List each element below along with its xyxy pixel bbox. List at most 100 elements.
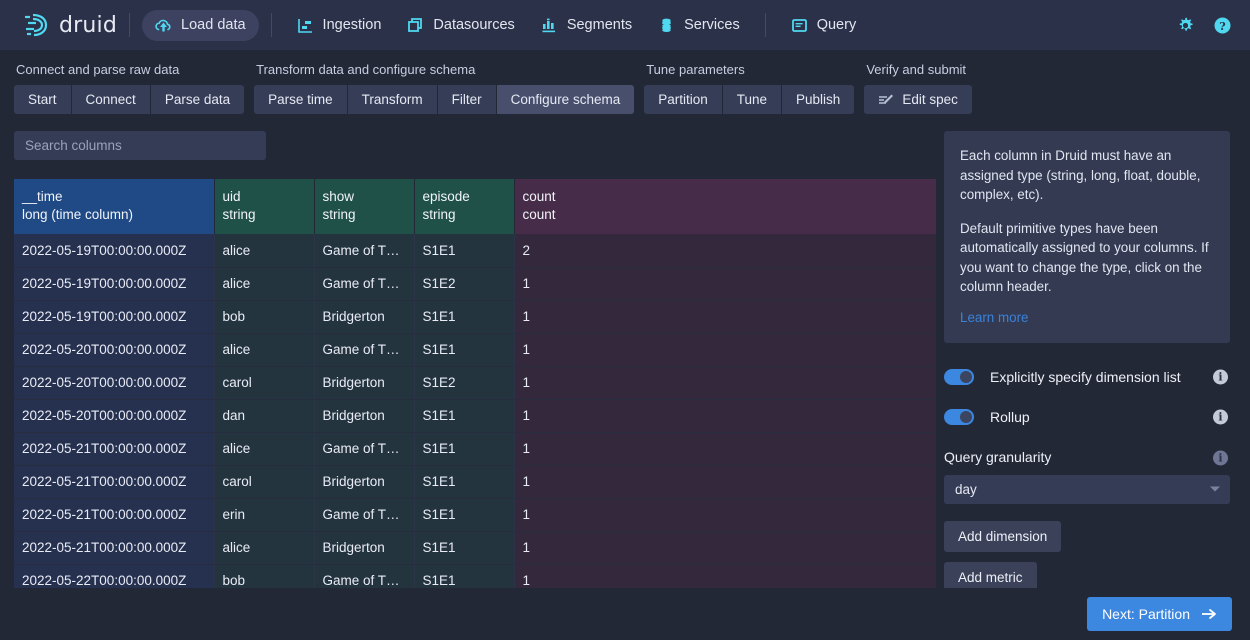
- schema-table-body: 2022-05-19T00:00:00.000ZaliceGame of Thr…: [14, 234, 936, 630]
- table-cell-uid: erin: [214, 498, 314, 531]
- table-cell-count: 1: [514, 267, 936, 300]
- nav-item-query[interactable]: Query: [778, 10, 870, 41]
- help-circle-icon[interactable]: ?: [1213, 16, 1232, 35]
- toggle-label-dimension-list: Explicitly specify dimension list: [990, 369, 1181, 385]
- column-header-name: show: [323, 188, 406, 206]
- info-icon-dimension-list[interactable]: i: [1213, 369, 1228, 384]
- table-cell-count: 1: [514, 399, 936, 432]
- table-cell-time: 2022-05-21T00:00:00.000Z: [14, 531, 214, 564]
- druid-logo-icon: [22, 12, 52, 38]
- ingestion-chart-icon: [297, 17, 314, 34]
- table-cell-count: 1: [514, 498, 936, 531]
- table-cell-uid: carol: [214, 465, 314, 498]
- table-row: 2022-05-20T00:00:00.000ZdanBridgertonS1E…: [14, 399, 936, 432]
- toggle-knob: [960, 371, 972, 383]
- arrow-right-icon: [1201, 607, 1217, 621]
- step-button-publish[interactable]: Publish: [782, 85, 854, 114]
- step-buttons-transform: Parse time Transform Filter Configure sc…: [254, 85, 634, 114]
- upload-cloud-icon: [155, 17, 172, 34]
- table-cell-count: 1: [514, 531, 936, 564]
- table-cell-episode: S1E1: [414, 465, 514, 498]
- column-header-uid[interactable]: uidstring: [214, 179, 314, 234]
- query-granularity-select[interactable]: day: [944, 475, 1230, 504]
- step-button-transform[interactable]: Transform: [348, 85, 438, 114]
- schema-header-row: __timelong (time column)uidstringshowstr…: [14, 179, 936, 234]
- step-group-transform: Transform data and configure schema Pars…: [254, 62, 634, 114]
- table-cell-uid: alice: [214, 234, 314, 267]
- table-cell-time: 2022-05-19T00:00:00.000Z: [14, 300, 214, 333]
- column-header-count[interactable]: countcount: [514, 179, 936, 234]
- step-button-connect[interactable]: Connect: [72, 85, 151, 114]
- column-header-show[interactable]: showstring: [314, 179, 414, 234]
- info-icon-rollup[interactable]: i: [1213, 409, 1228, 424]
- table-row: 2022-05-21T00:00:00.000ZerinGame of Thr……: [14, 498, 936, 531]
- table-cell-show: Game of Thr…: [314, 333, 414, 366]
- step-button-filter[interactable]: Filter: [438, 85, 497, 114]
- step-button-tune[interactable]: Tune: [723, 85, 782, 114]
- step-button-parse-data[interactable]: Parse data: [151, 85, 244, 114]
- table-cell-episode: S1E2: [414, 267, 514, 300]
- query-granularity-label-row: Query granularity i: [944, 449, 1230, 467]
- nav-divider-2: [271, 13, 272, 37]
- table-cell-show: Game of Thr…: [314, 432, 414, 465]
- schema-sidebar: Each column in Druid must have an assign…: [936, 131, 1250, 640]
- learn-more-link[interactable]: Learn more: [960, 310, 1028, 325]
- table-cell-uid: alice: [214, 531, 314, 564]
- toggle-rollup[interactable]: [944, 409, 974, 425]
- column-header-name: episode: [423, 188, 506, 206]
- table-cell-uid: bob: [214, 300, 314, 333]
- segments-bar-icon: [541, 17, 558, 34]
- table-cell-time: 2022-05-21T00:00:00.000Z: [14, 465, 214, 498]
- schema-table-container[interactable]: __timelong (time column)uidstringshowstr…: [14, 179, 936, 640]
- column-header-type: string: [323, 206, 406, 224]
- toggle-explicit-dimension-list[interactable]: [944, 369, 974, 385]
- step-group-tune: Tune parameters Partition Tune Publish: [644, 62, 854, 114]
- nav-item-ingestion[interactable]: Ingestion: [284, 10, 395, 41]
- column-header-time[interactable]: __timelong (time column): [14, 179, 214, 234]
- search-columns-input[interactable]: [14, 131, 266, 160]
- brand-name: druid: [59, 13, 117, 38]
- toggle-row-dimension-list: Explicitly specify dimension list i: [944, 369, 1230, 385]
- table-cell-episode: S1E1: [414, 300, 514, 333]
- table-cell-show: Bridgerton: [314, 531, 414, 564]
- table-cell-uid: alice: [214, 432, 314, 465]
- table-cell-count: 1: [514, 366, 936, 399]
- toggle-row-rollup: Rollup i: [944, 409, 1230, 425]
- table-cell-uid: dan: [214, 399, 314, 432]
- table-cell-time: 2022-05-20T00:00:00.000Z: [14, 399, 214, 432]
- column-header-type: string: [223, 206, 306, 224]
- table-cell-show: Bridgerton: [314, 366, 414, 399]
- table-cell-uid: carol: [214, 366, 314, 399]
- step-button-partition[interactable]: Partition: [644, 85, 723, 114]
- nav-item-segments[interactable]: Segments: [528, 10, 645, 41]
- step-group-title-connect: Connect and parse raw data: [14, 62, 244, 77]
- gear-icon[interactable]: [1176, 16, 1195, 35]
- wizard-step-bar: Connect and parse raw data Start Connect…: [0, 50, 1250, 114]
- table-cell-show: Game of Thr…: [314, 234, 414, 267]
- table-cell-episode: S1E1: [414, 531, 514, 564]
- schema-panel: __timelong (time column)uidstringshowstr…: [14, 131, 936, 640]
- main-content: __timelong (time column)uidstringshowstr…: [0, 131, 1250, 640]
- table-cell-count: 1: [514, 333, 936, 366]
- column-header-episode[interactable]: episodestring: [414, 179, 514, 234]
- next-partition-button[interactable]: Next: Partition: [1087, 597, 1232, 631]
- nav-label-datasources: Datasources: [433, 17, 514, 33]
- table-row: 2022-05-19T00:00:00.000ZaliceGame of Thr…: [14, 267, 936, 300]
- step-buttons-tune: Partition Tune Publish: [644, 85, 854, 114]
- info-icon-query-granularity[interactable]: i: [1213, 450, 1228, 465]
- add-dimension-button[interactable]: Add dimension: [944, 521, 1061, 552]
- nav-item-datasources[interactable]: Datasources: [394, 10, 527, 41]
- table-cell-time: 2022-05-19T00:00:00.000Z: [14, 234, 214, 267]
- nav-item-load-data[interactable]: Load data: [142, 10, 259, 41]
- step-button-parse-time[interactable]: Parse time: [254, 85, 348, 114]
- step-button-configure-schema[interactable]: Configure schema: [497, 85, 635, 114]
- table-row: 2022-05-21T00:00:00.000ZaliceBridgertonS…: [14, 531, 936, 564]
- step-button-start[interactable]: Start: [14, 85, 72, 114]
- schema-table: __timelong (time column)uidstringshowstr…: [14, 179, 936, 631]
- druid-logo[interactable]: druid: [22, 12, 117, 38]
- info-paragraph-2: Default primitive types have been automa…: [960, 219, 1214, 297]
- nav-item-services[interactable]: Services: [645, 10, 753, 41]
- column-header-type: long (time column): [22, 206, 206, 224]
- step-button-edit-spec[interactable]: Edit spec: [864, 85, 972, 114]
- nav-label-load-data: Load data: [181, 17, 246, 33]
